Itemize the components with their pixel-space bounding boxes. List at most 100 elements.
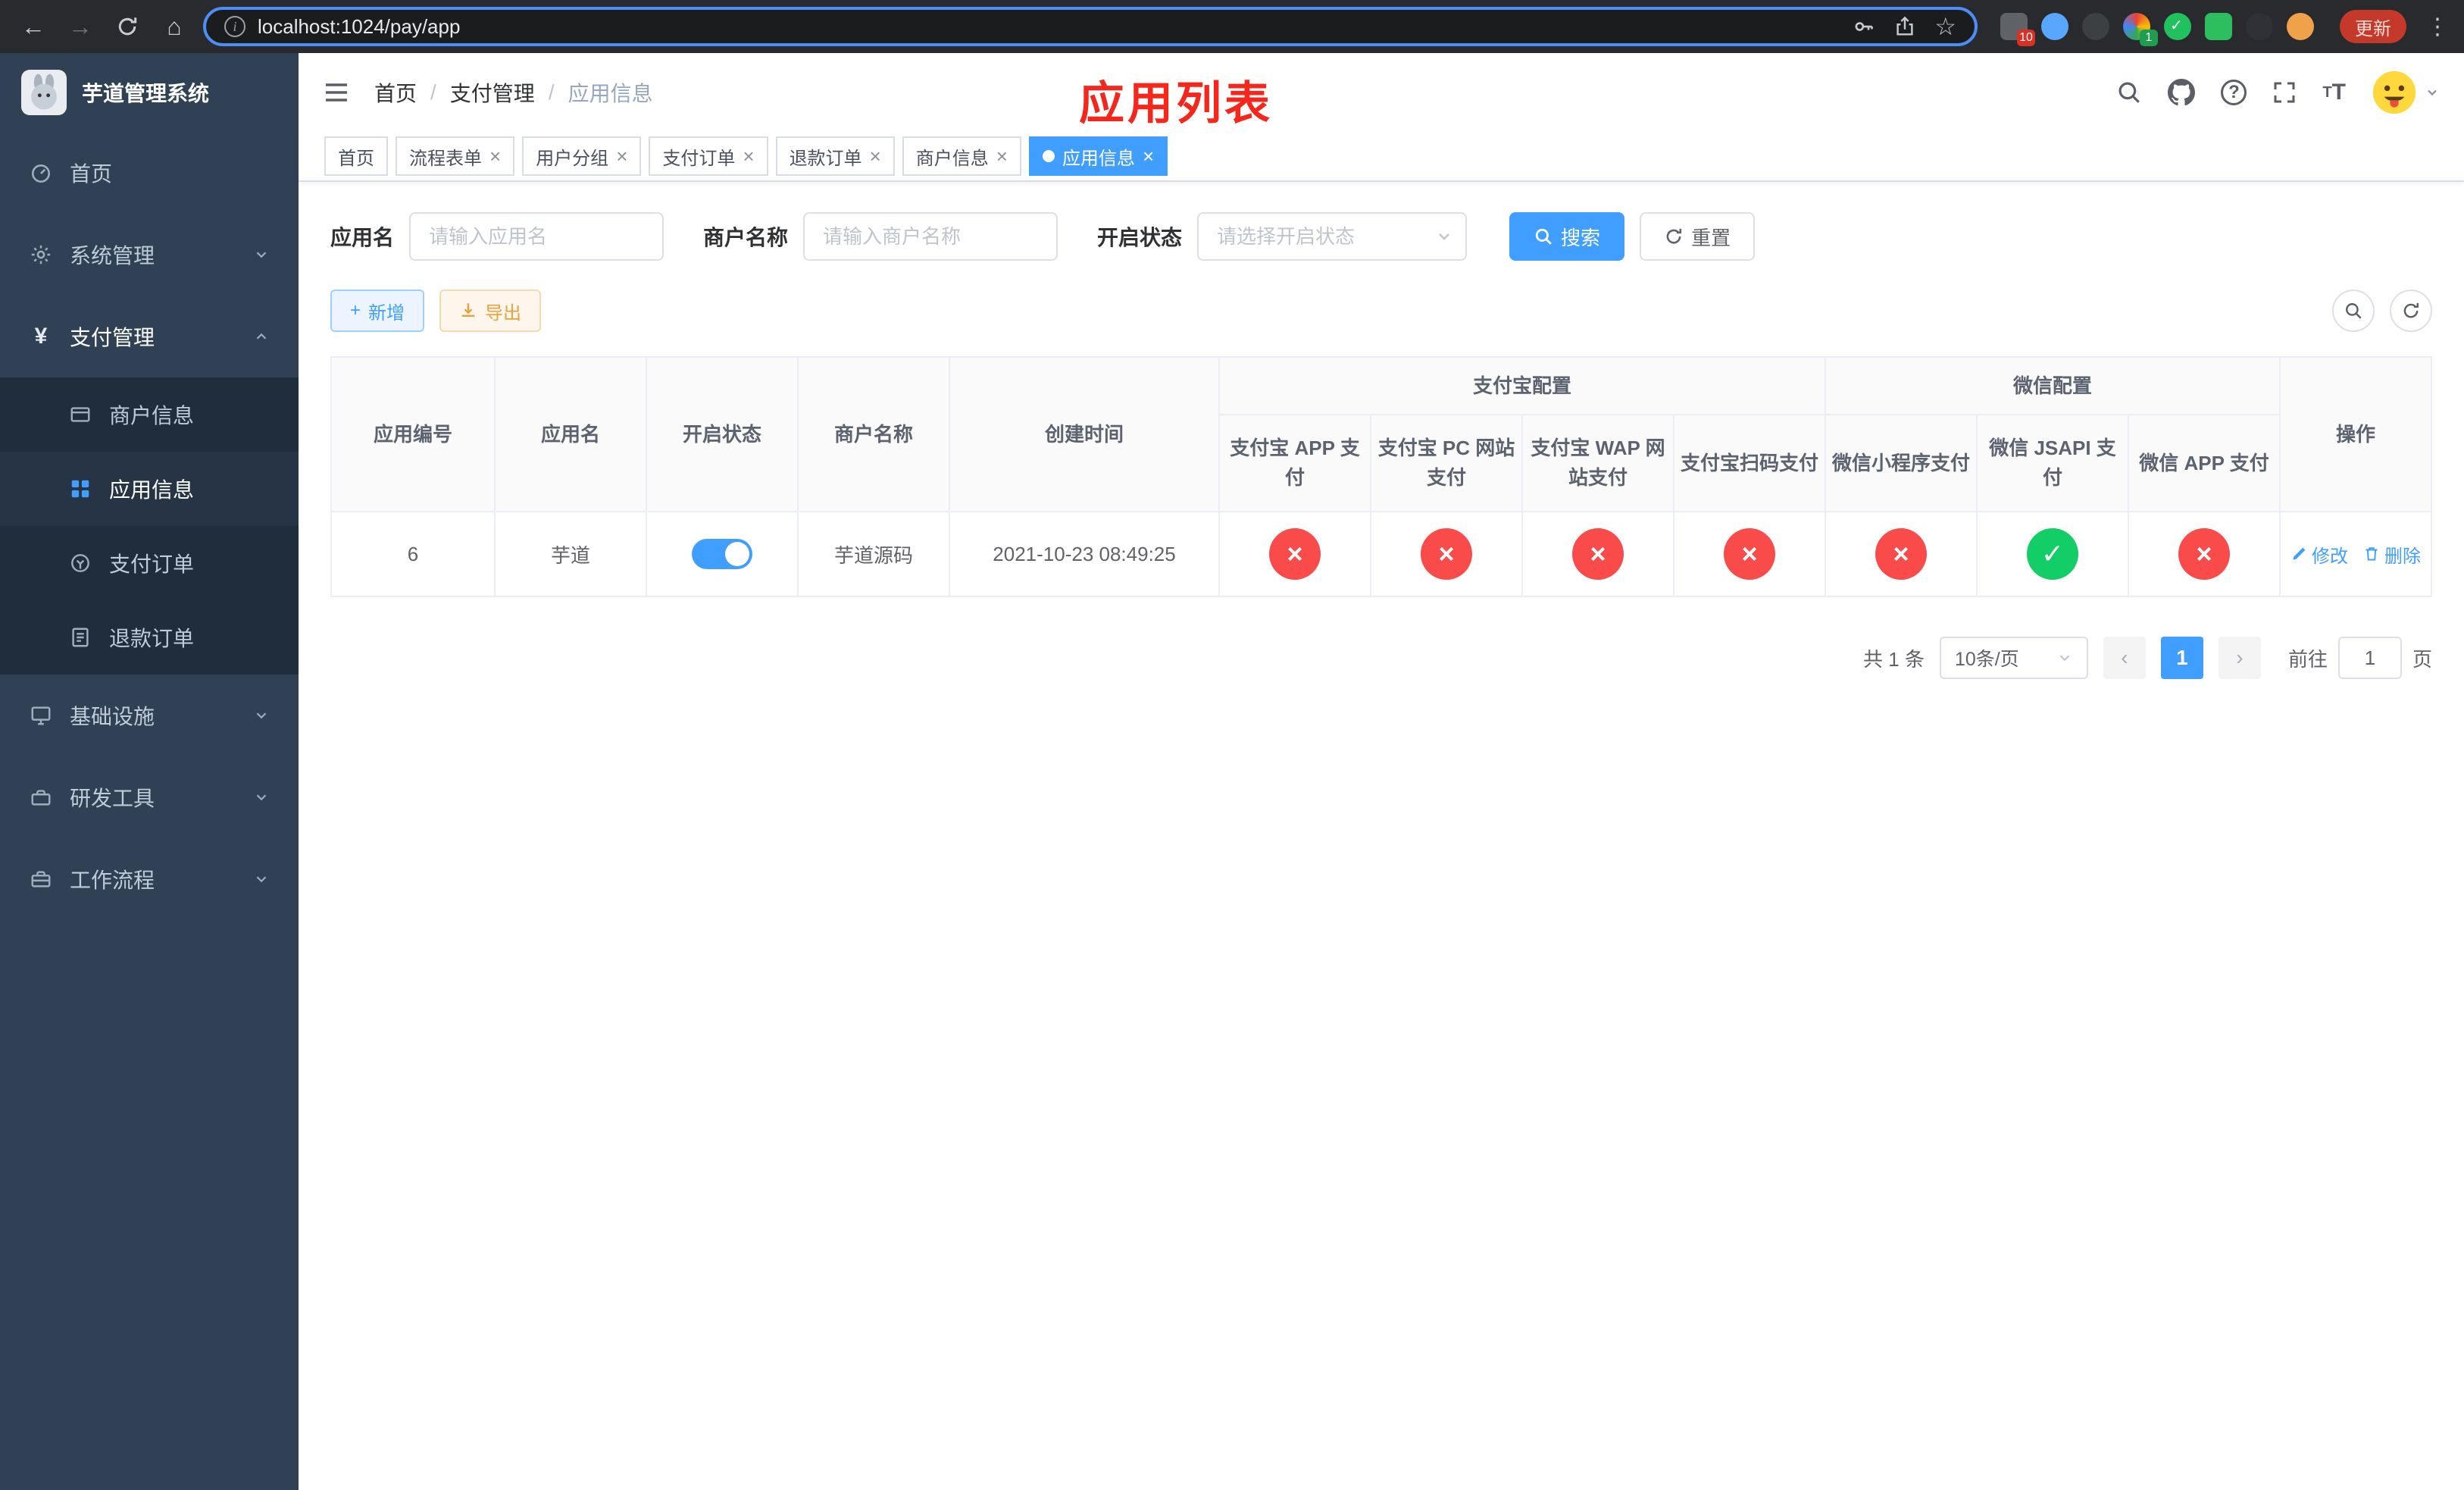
page-button-1[interactable]: 1	[2160, 637, 2203, 679]
status-toggle[interactable]	[692, 539, 752, 569]
prev-page-button[interactable]: ‹	[2103, 637, 2146, 679]
pencil-icon	[2293, 547, 2306, 560]
breadcrumb: 首页 / 支付管理 / 应用信息	[374, 77, 653, 108]
sidebar-item-payment[interactable]: ¥ 支付管理	[0, 296, 299, 377]
extension-puzzle-icon[interactable]: 10	[2000, 13, 2035, 46]
extension-dark-icon[interactable]	[2082, 13, 2109, 40]
browser-back-button[interactable]: ←	[15, 8, 52, 45]
browser-home-button[interactable]: ⌂	[156, 8, 192, 45]
status-select[interactable]	[1197, 212, 1468, 261]
sidebar-item-home[interactable]: 首页	[0, 132, 299, 214]
password-key-icon[interactable]	[1853, 15, 1875, 38]
sidebar-item-system[interactable]: 系统管理	[0, 214, 299, 296]
bookmark-star-icon[interactable]: ☆	[1934, 12, 1956, 41]
github-icon[interactable]	[2168, 79, 2196, 106]
chevron-down-icon	[253, 246, 270, 263]
group-header-wechat: 微信配置	[1825, 356, 2281, 415]
search-button[interactable]: 搜索	[1509, 212, 1625, 261]
close-icon[interactable]: ×	[870, 146, 881, 166]
col-header-app-id: 应用编号	[330, 356, 496, 512]
extension-drop-icon[interactable]	[2041, 13, 2068, 40]
total-count: 共 1 条	[1863, 647, 1925, 671]
sidebar-item-merchant-info[interactable]: 商户信息	[0, 377, 299, 452]
merchant-name-label: 商户名称	[703, 226, 789, 249]
channel-status-icon: ×	[1724, 528, 1775, 580]
tab-refund-orders[interactable]: 退款订单 ×	[775, 136, 895, 176]
tab-user-group[interactable]: 用户分组 ×	[522, 136, 642, 176]
extension-wechat-icon[interactable]	[2164, 13, 2191, 40]
tab-app-info[interactable]: 应用信息 ×	[1028, 136, 1168, 176]
sidebar-item-dev-tools[interactable]: 研发工具	[0, 756, 299, 838]
trash-icon	[2366, 547, 2378, 561]
help-icon[interactable]: ?	[2221, 80, 2247, 105]
app-name-label: 应用名	[330, 226, 395, 249]
sidebar-item-pay-orders[interactable]: 支付订单	[0, 526, 299, 600]
site-info-icon[interactable]: i	[224, 16, 245, 37]
browser-reload-button[interactable]	[109, 8, 145, 45]
extension-colorful-icon[interactable]: 1	[2123, 13, 2158, 46]
sidebar-item-label: 退款订单	[109, 627, 195, 650]
close-icon[interactable]: ×	[996, 146, 1008, 166]
merchant-name-input[interactable]	[803, 212, 1058, 261]
chevron-down-icon	[1435, 227, 1453, 246]
share-icon[interactable]	[1893, 15, 1916, 38]
reset-button[interactable]: 重置	[1640, 212, 1756, 261]
col-header-created: 创建时间	[949, 356, 1220, 512]
close-icon[interactable]: ×	[743, 146, 754, 166]
show-search-toggle-icon[interactable]	[2332, 290, 2375, 332]
cell-created-at: 2021-10-23 08:49:25	[949, 511, 1220, 597]
col-header-alipay-pc: 支付宝 PC 网站支付	[1370, 414, 1523, 512]
page-size-select[interactable]: 10条/页	[1939, 637, 2088, 679]
col-header-alipay-qr: 支付宝扫码支付	[1672, 414, 1827, 512]
edit-link[interactable]: 修改	[2290, 541, 2348, 568]
search-icon[interactable]	[2116, 80, 2142, 105]
address-bar[interactable]: i localhost:1024/pay/app ☆	[203, 7, 1978, 46]
browser-menu-icon[interactable]: ⋮	[2426, 14, 2449, 40]
browser-forward-button[interactable]: →	[62, 8, 98, 45]
refresh-table-icon[interactable]	[2390, 290, 2432, 332]
tab-process-form[interactable]: 流程表单 ×	[396, 136, 515, 176]
avatar	[2372, 70, 2416, 114]
export-button[interactable]: 导出	[439, 290, 542, 332]
app-title: 芋道管理系统	[82, 82, 210, 105]
delete-link[interactable]: 删除	[2363, 541, 2421, 568]
close-icon[interactable]: ×	[489, 146, 501, 166]
fullscreen-icon[interactable]	[2272, 80, 2297, 105]
close-icon[interactable]: ×	[1143, 146, 1154, 166]
next-page-button[interactable]: ›	[2218, 637, 2261, 679]
tab-merchant-info[interactable]: 商户信息 ×	[902, 136, 1021, 176]
sidebar-item-label: 支付管理	[70, 326, 155, 349]
sidebar-item-app-info[interactable]: 应用信息	[0, 452, 299, 526]
col-header-wechat-mini: 微信小程序支付	[1825, 414, 1978, 512]
extension-face-icon[interactable]	[2287, 13, 2314, 40]
breadcrumb-home[interactable]: 首页	[374, 77, 417, 108]
refund-order-icon	[68, 625, 92, 650]
download-icon	[461, 303, 475, 317]
user-menu[interactable]	[2372, 70, 2440, 115]
monitor-icon	[29, 703, 53, 728]
sidebar-item-workflow[interactable]: 工作流程	[0, 838, 299, 920]
goto-page-input[interactable]	[2337, 637, 2402, 679]
tab-home[interactable]: 首页	[324, 136, 388, 176]
sidebar-item-label: 首页	[70, 162, 113, 186]
plus-icon: +	[350, 300, 361, 321]
extension-green-square-icon[interactable]	[2205, 13, 2232, 40]
sidebar-item-infrastructure[interactable]: 基础设施	[0, 675, 299, 756]
font-size-icon[interactable]: TT	[2322, 80, 2346, 105]
screen: ← → ⌂ i localhost:1024/pay/app ☆ 10 1 ✓ …	[0, 0, 2464, 1490]
col-header-wechat-app: 微信 APP 支付	[2128, 414, 2281, 512]
payment-submenu: 商户信息 应用信息 支付订单 退款订单	[0, 377, 299, 675]
browser-update-button[interactable]: 更新	[2340, 10, 2406, 43]
sidebar-item-refund-orders[interactable]: 退款订单	[0, 600, 299, 675]
action-row: + 新增 导出	[330, 290, 2432, 332]
add-button[interactable]: + 新增	[330, 290, 425, 332]
app-name-input[interactable]	[409, 212, 664, 261]
tab-pay-orders[interactable]: 支付订单 ×	[649, 136, 768, 176]
close-icon[interactable]: ×	[616, 146, 627, 166]
sidebar-fold-icon[interactable]	[323, 79, 350, 106]
app-grid-icon	[68, 477, 92, 501]
app-header: 首页 / 支付管理 / 应用信息 应用列表 ? T T	[299, 53, 2464, 132]
briefcase-icon	[29, 867, 53, 891]
breadcrumb-payment[interactable]: 支付管理	[450, 77, 535, 108]
extension-pin-icon[interactable]	[2246, 13, 2273, 40]
